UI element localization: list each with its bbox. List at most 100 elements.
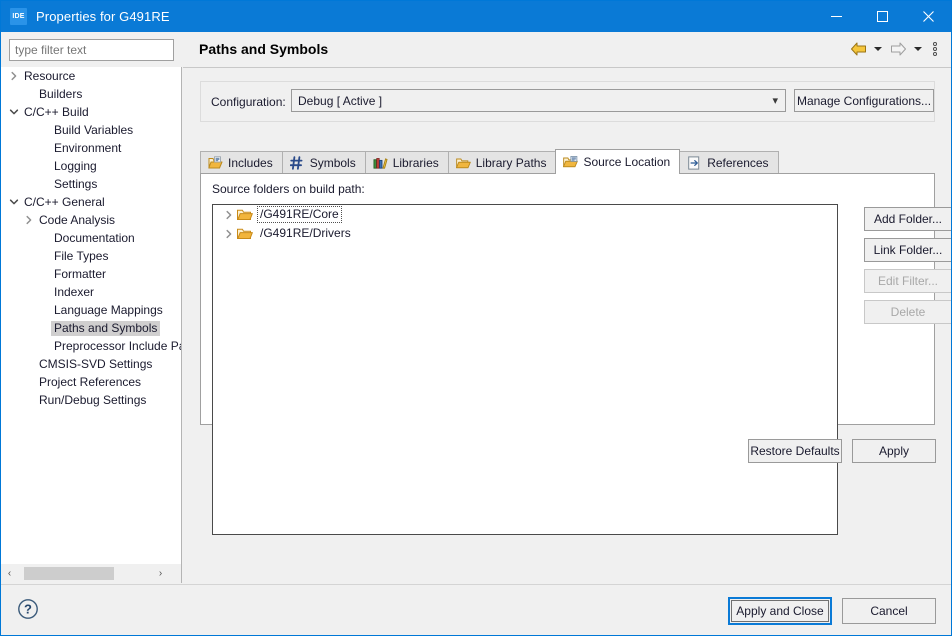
configuration-select[interactable]: Debug [ Active ] ▾ — [291, 89, 786, 112]
back-history-dropdown[interactable] — [871, 39, 885, 59]
chevron-right-icon[interactable] — [22, 211, 36, 229]
sidebar-item-preprocessor-include-pat[interactable]: Preprocessor Include Pat — [1, 337, 181, 355]
sidebar-item-environment[interactable]: Environment — [1, 139, 181, 157]
source-location-icon — [563, 156, 579, 168]
sidebar-item-project-references[interactable]: Project References — [1, 373, 181, 391]
chevron-right-icon[interactable] — [221, 224, 237, 243]
chevron-down-icon[interactable] — [7, 193, 21, 211]
help-question-icon: ? — [18, 599, 38, 619]
sidebar-item-formatter[interactable]: Formatter — [1, 265, 181, 283]
source-folder-path: /G491RE/Drivers — [260, 226, 351, 240]
manage-configurations-button[interactable]: Manage Configurations... — [794, 89, 934, 112]
tab-includes[interactable]: Includes — [200, 151, 283, 174]
sidebar-item-build-variables[interactable]: Build Variables — [1, 121, 181, 139]
properties-dialog-window: IDE Properties for G491RE type filter te… — [0, 0, 952, 636]
page-title: Paths and Symbols — [199, 41, 329, 57]
chevron-down-icon — [914, 47, 922, 51]
chevron-down-icon[interactable] — [7, 103, 21, 121]
folder-icon — [237, 209, 253, 220]
source-folders-label: Source folders on build path: — [212, 182, 365, 196]
libraries-icon — [373, 158, 388, 169]
configuration-label: Configuration: — [211, 95, 286, 109]
filter-input[interactable] — [9, 39, 174, 61]
sidebar-item-c-c-general[interactable]: C/C++ General — [1, 193, 181, 211]
dialog-body: Resource Builders C/C++ Build Build Variabl… — [1, 32, 951, 635]
window-title: Properties for G491RE — [36, 9, 170, 24]
sidebar-item-label: Run/Debug Settings — [39, 392, 147, 407]
minimize-button[interactable] — [813, 1, 859, 32]
cancel-button[interactable]: Cancel — [842, 598, 936, 624]
dialog-footer: ? Apply and Close Cancel — [1, 584, 951, 635]
tab-references[interactable]: References — [679, 151, 779, 174]
edit-filter-button: Edit Filter... — [864, 269, 951, 293]
close-button[interactable] — [905, 1, 951, 32]
sidebar-item-language-mappings[interactable]: Language Mappings — [1, 301, 181, 319]
sidebar-item-label: Build Variables — [54, 122, 134, 137]
back-button[interactable] — [847, 39, 869, 59]
sidebar-item-logging[interactable]: Logging — [1, 157, 181, 175]
sidebar-item-label: File Types — [54, 248, 109, 263]
sidebar-item-paths-and-symbols[interactable]: Paths and Symbols — [1, 319, 181, 337]
source-folder-row[interactable]: /G491RE/Core — [213, 205, 837, 224]
window-controls — [813, 1, 951, 32]
source-folders-list[interactable]: /G491RE/Core/G491RE/Drivers — [212, 204, 838, 535]
sidebar-item-indexer[interactable]: Indexer — [1, 283, 181, 301]
source-folder-row[interactable]: /G491RE/Drivers — [213, 224, 837, 243]
scroll-right-arrow-icon[interactable]: › — [152, 565, 169, 582]
view-menu-button[interactable] — [927, 39, 943, 59]
tab-library-paths[interactable]: Library Paths — [447, 151, 557, 174]
chevron-right-icon[interactable] — [7, 67, 21, 85]
forward-arrow-icon — [890, 42, 906, 56]
forward-button[interactable] — [887, 39, 909, 59]
scrollbar-thumb[interactable] — [24, 567, 114, 580]
sidebar-item-documentation[interactable]: Documentation — [1, 229, 181, 247]
scroll-left-arrow-icon[interactable]: ‹ — [1, 565, 18, 582]
references-icon — [688, 156, 700, 170]
sidebar-item-c-c-build[interactable]: C/C++ Build — [1, 103, 181, 121]
source-folder-actions: Add Folder... Link Folder... Edit Filter..… — [864, 207, 951, 324]
delete-button: Delete — [864, 300, 951, 324]
tab-libraries[interactable]: Libraries — [364, 151, 449, 174]
sidebar-item-code-analysis[interactable]: Code Analysis — [1, 211, 181, 229]
forward-history-dropdown[interactable] — [911, 39, 925, 59]
configuration-group: Configuration: Debug [ Active ] ▾ Manage… — [200, 81, 935, 122]
settings-sidebar: Resource Builders C/C++ Build Build Variabl… — [1, 32, 183, 584]
restore-defaults-button[interactable]: Restore Defaults — [748, 439, 842, 463]
tab-symbols[interactable]: Symbols — [281, 151, 366, 174]
tab-label: Symbols — [309, 156, 356, 170]
sidebar-item-label: Language Mappings — [54, 302, 163, 317]
sidebar-item-cmsis-svd-settings[interactable]: CMSIS-SVD Settings — [1, 355, 181, 373]
apply-and-close-button[interactable]: Apply and Close — [731, 600, 829, 622]
maximize-button[interactable] — [859, 1, 905, 32]
sidebar-horizontal-scrollbar[interactable]: ‹ › — [1, 564, 182, 583]
add-folder-button[interactable]: Add Folder... — [864, 207, 951, 231]
chevron-right-icon[interactable] — [221, 205, 237, 224]
link-folder-button[interactable]: Link Folder... — [864, 238, 951, 262]
apply-and-close-focus-ring: Apply and Close — [728, 597, 832, 625]
chevron-down-icon — [874, 47, 882, 51]
sidebar-item-label: Logging — [54, 158, 97, 173]
help-button[interactable]: ? — [17, 598, 39, 620]
apply-button[interactable]: Apply — [852, 439, 936, 463]
sidebar-item-builders[interactable]: Builders — [1, 85, 181, 103]
sidebar-item-run-debug-settings[interactable]: Run/Debug Settings — [1, 391, 181, 409]
tab-source-location[interactable]: Source Location — [555, 149, 681, 174]
sidebar-item-file-types[interactable]: File Types — [1, 247, 181, 265]
sidebar-item-resource[interactable]: Resource — [1, 67, 181, 85]
sidebar-item-settings[interactable]: Settings — [1, 175, 181, 193]
sidebar-item-label: CMSIS-SVD Settings — [39, 356, 153, 371]
menu-dot-icon — [933, 42, 937, 46]
settings-tree[interactable]: Resource Builders C/C++ Build Build Variabl… — [1, 67, 182, 564]
sidebar-item-label: C/C++ Build — [24, 104, 89, 119]
sidebar-item-label: Settings — [54, 176, 98, 191]
sidebar-item-label: Documentation — [54, 230, 135, 245]
